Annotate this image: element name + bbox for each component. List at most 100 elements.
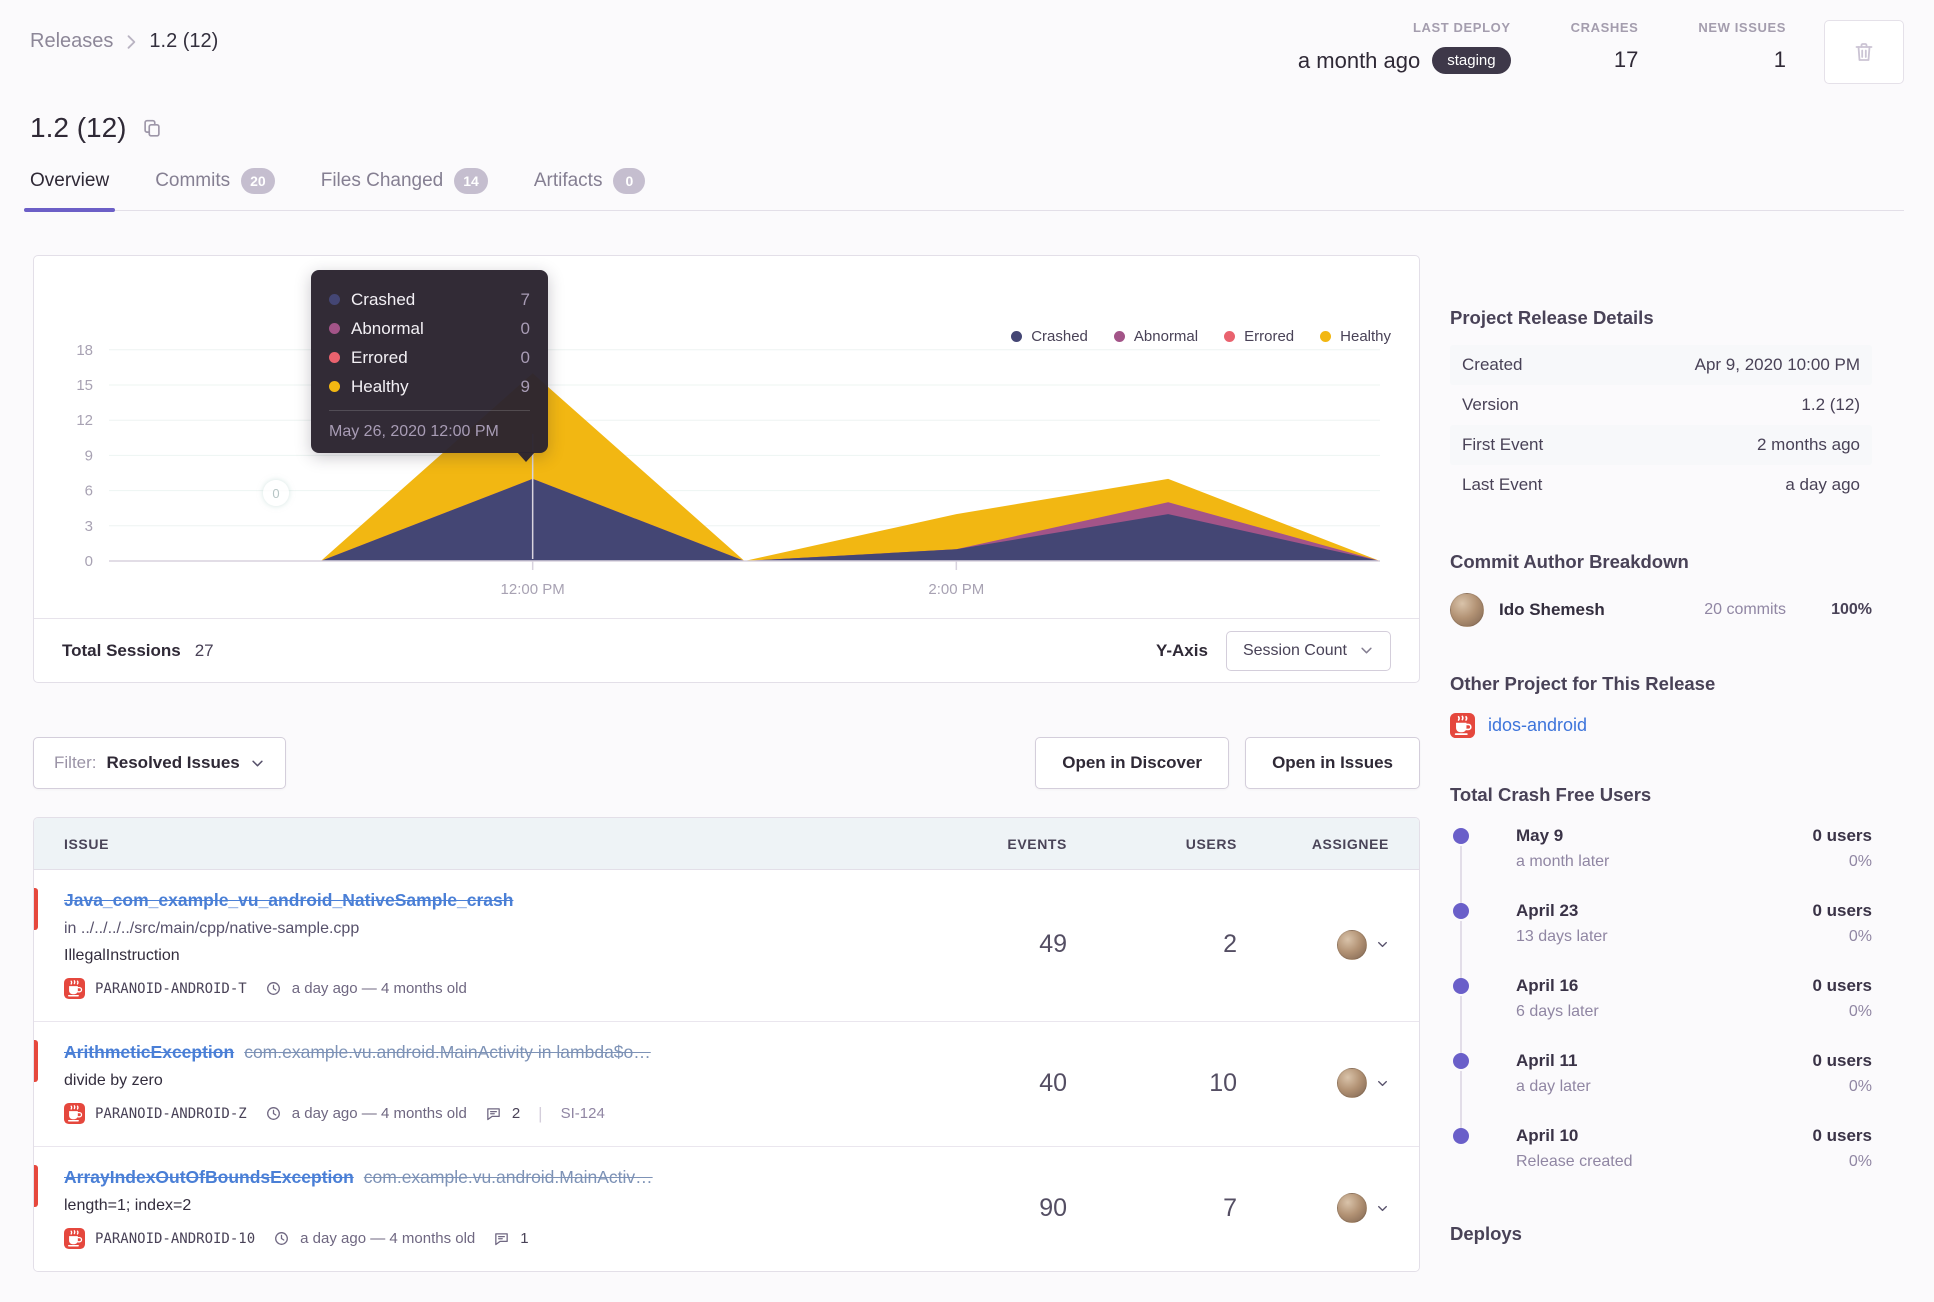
assignee-avatar [1337, 929, 1367, 960]
sessions-chart-panel: Crashed Abnormal Errored Healthy 0 3 6 9 12 1… [33, 255, 1420, 683]
issue-title-link[interactable]: Java_com_example_vu_android_NativeSample… [64, 890, 513, 910]
copy-version-button[interactable] [141, 117, 163, 139]
chevron-down-icon [1359, 643, 1374, 658]
timeline-entry: May 9 0 users a month later 0% [1450, 826, 1872, 917]
artifacts-count-badge: 0 [613, 168, 646, 194]
svg-text:18: 18 [76, 342, 93, 359]
issue-row: Java_com_example_vu_android_NativeSample… [34, 870, 1419, 1022]
total-sessions-value: 27 [194, 640, 214, 660]
svg-text:9: 9 [85, 447, 93, 464]
clock-icon [265, 980, 282, 997]
release-metrics: LAST DEPLOY a month ago staging CRASHES … [1298, 20, 1904, 84]
chevron-down-icon [250, 756, 265, 771]
project-slug: PARANOID-ANDROID-Z [95, 1105, 247, 1122]
deploys-heading: Deploys [1450, 1223, 1522, 1244]
timeline-dot [1453, 828, 1469, 844]
tab-artifacts[interactable]: Artifacts 0 [534, 168, 646, 210]
healthy-dot [329, 381, 340, 392]
column-assignee: ASSIGNEE [1311, 835, 1389, 852]
other-project-link[interactable]: idos-android [1450, 713, 1872, 738]
timeline-entry: April 10 0 users Release created 0% [1450, 1126, 1872, 1177]
chevron-down-icon [1376, 1202, 1389, 1215]
issue-row: ArrayIndexOutOfBoundsException com.exampl… [34, 1147, 1419, 1271]
tab-files-changed[interactable]: Files Changed 14 [321, 168, 488, 210]
issue-message: divide by zero [64, 1072, 163, 1089]
legend-item-errored[interactable]: Errored [1224, 328, 1294, 345]
release-tabs: Overview Commits 20 Files Changed 14 Art… [23, 168, 1904, 212]
copy-icon [141, 117, 163, 139]
assignee-dropdown[interactable] [1237, 929, 1389, 960]
assignee-dropdown[interactable] [1237, 1068, 1389, 1098]
detail-row-first-event: First Event 2 months ago [1450, 425, 1872, 465]
issue-culprit-inline: com.example.vu.android.MainActiv… [363, 1167, 653, 1187]
users-count: 2 [1223, 930, 1237, 958]
section-heading: Commit Author Breakdown [1450, 551, 1689, 572]
breadcrumb-releases-link[interactable]: Releases [30, 30, 113, 53]
issues-table-header: ISSUE EVENTS USERS ASSIGNEE [34, 818, 1419, 870]
total-sessions-label: Total Sessions [62, 640, 181, 660]
environment-badge: staging [1432, 47, 1511, 74]
crashed-legend-dot [1011, 331, 1023, 342]
crashes-value: 17 [1613, 47, 1639, 72]
timeline-dot [1453, 1128, 1469, 1144]
sessions-stacked-area-chart[interactable]: 0 3 6 9 12 15 18 12:00 PM 2:00 PM [34, 316, 1394, 616]
issue-title-link[interactable]: ArithmeticException [64, 1042, 234, 1062]
svg-text:12:00 PM: 12:00 PM [501, 581, 565, 598]
issue-title-link[interactable]: ArrayIndexOutOfBoundsException [64, 1167, 354, 1187]
project-release-details-section: Project Release Details Created Apr 9, 2… [1450, 307, 1872, 505]
new-issues-value: 1 [1773, 47, 1786, 72]
svg-text:12: 12 [76, 412, 93, 429]
open-in-discover-button[interactable]: Open in Discover [1035, 737, 1230, 789]
tab-overview[interactable]: Overview [23, 168, 116, 212]
java-project-icon [64, 978, 85, 999]
page-header: Releases 1.2 (12) LAST DEPLOY a month ag… [0, 0, 1934, 212]
legend-item-crashed[interactable]: Crashed [1011, 328, 1088, 345]
healthy-legend-dot [1320, 331, 1332, 342]
legend-item-abnormal[interactable]: Abnormal [1113, 328, 1198, 345]
detail-row-created: Created Apr 9, 2020 10:00 PM [1450, 345, 1872, 385]
java-project-icon [64, 1103, 85, 1124]
project-slug: PARANOID-ANDROID-10 [95, 1230, 256, 1247]
section-heading: Other Project for This Release [1450, 673, 1716, 694]
java-project-icon [64, 1228, 85, 1249]
svg-text:0: 0 [85, 553, 93, 570]
detail-row-last-event: Last Event a day ago [1462, 475, 1860, 494]
comment-icon [493, 1230, 510, 1247]
commit-author-row: Ido Shemesh 20 commits 100% [1450, 593, 1872, 627]
metric-new-issues: NEW ISSUES 1 [1698, 20, 1786, 73]
section-heading: Total Crash Free Users [1450, 784, 1652, 805]
chevron-down-icon [1376, 938, 1389, 951]
issue-cell: Java_com_example_vu_android_NativeSample… [64, 890, 917, 999]
assignee-dropdown[interactable] [1237, 1193, 1389, 1223]
issue-cell: ArrayIndexOutOfBoundsException com.exampl… [64, 1167, 917, 1249]
timeline-entry: April 11 0 users a day later 0% [1450, 1051, 1872, 1142]
assignee-avatar [1337, 1193, 1367, 1223]
author-name: Ido Shemesh [1499, 600, 1605, 619]
crashes-label: CRASHES [1570, 20, 1639, 35]
svg-text:2:00 PM: 2:00 PM [928, 581, 984, 598]
meta-divider: | [538, 1103, 543, 1123]
y-axis-select[interactable]: Session Count [1225, 630, 1391, 671]
timeline-entry: April 16 0 users 6 days later 0% [1450, 976, 1872, 1067]
error-level-bar [34, 1040, 38, 1082]
issue-short-id: SI-124 [560, 1105, 605, 1122]
comment-count: 2 [511, 1105, 521, 1122]
issues-filter-dropdown[interactable]: Filter: Resolved Issues [33, 737, 286, 789]
issue-message: IllegalInstruction [64, 947, 180, 964]
chart-tooltip: Crashed 7 Abnormal 0 Errored 0 Healthy 9 [311, 270, 548, 462]
abnormal-legend-dot [1113, 331, 1125, 342]
hover-value-marker: 0 [263, 480, 289, 506]
timeline-entry: April 23 0 users 13 days later 0% [1450, 901, 1872, 992]
chart-legend: Crashed Abnormal Errored Healthy [1011, 328, 1391, 345]
metric-crashes: CRASHES 17 [1571, 20, 1639, 73]
legend-item-healthy[interactable]: Healthy [1320, 328, 1391, 345]
column-users: USERS [1185, 835, 1237, 852]
issue-row: ArithmeticException com.example.vu.androi… [34, 1022, 1419, 1147]
other-project-section: Other Project for This Release idos-andr… [1450, 673, 1872, 738]
delete-release-button[interactable] [1824, 20, 1904, 84]
project-slug: PARANOID-ANDROID-T [95, 980, 247, 997]
tab-commits[interactable]: Commits 20 [155, 168, 275, 210]
open-in-issues-button[interactable]: Open in Issues [1245, 737, 1420, 789]
files-changed-count-badge: 14 [454, 168, 488, 194]
issue-age: a day ago — 4 months old [291, 1105, 467, 1122]
